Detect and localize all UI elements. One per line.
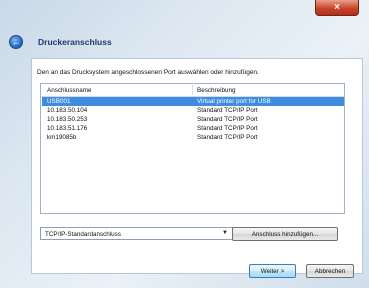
instruction-text: Den an das Drucksystem angeschlossenen P… xyxy=(37,69,259,76)
back-arrow-icon: ← xyxy=(11,36,21,47)
port-row[interactable]: 10.183.51.176 Standard TCP/IP Port xyxy=(42,124,344,133)
port-row[interactable]: USB001 Virtual printer port for USB xyxy=(42,97,344,106)
close-button[interactable]: × xyxy=(315,0,359,16)
port-type-dropdown[interactable]: TCP/IP-Standardanschluss ▼ xyxy=(40,227,233,240)
add-port-button[interactable]: Anschluss hinzufügen... xyxy=(232,227,338,241)
port-type-value: TCP/IP-Standardanschluss xyxy=(45,231,121,238)
port-description: Standard TCP/IP Port xyxy=(197,107,258,114)
back-button[interactable]: ← xyxy=(9,35,23,49)
port-description: Virtual printer port for USB xyxy=(197,98,271,105)
port-description: Standard TCP/IP Port xyxy=(197,125,258,132)
dialog-title: Druckeranschluss xyxy=(38,37,112,47)
cancel-button[interactable]: Abbrechen xyxy=(306,264,354,278)
chevron-down-icon[interactable]: ▼ xyxy=(222,230,228,236)
port-name: 10.183.50.253 xyxy=(47,116,88,123)
next-button[interactable]: Weiter > xyxy=(249,264,296,278)
column-header-port-name[interactable]: Anschlussname xyxy=(47,87,91,94)
port-list-header: Anschlussname Beschreibung xyxy=(41,84,344,97)
port-list[interactable]: Anschlussname Beschreibung USB001 Virtua… xyxy=(40,83,345,214)
port-description: Standard TCP/IP Port xyxy=(197,134,258,141)
column-header-description[interactable]: Beschreibung xyxy=(197,87,236,94)
column-divider[interactable] xyxy=(192,85,193,95)
port-name: USB001 xyxy=(47,98,71,105)
port-description: Standard TCP/IP Port xyxy=(197,116,258,123)
dialog-window: × ← Druckeranschluss Den an das Drucksys… xyxy=(0,0,369,288)
port-row[interactable]: 10.183.50.253 Standard TCP/IP Port xyxy=(42,115,344,124)
port-row[interactable]: km19085b Standard TCP/IP Port xyxy=(42,133,344,142)
close-icon: × xyxy=(334,2,340,13)
port-name: km19085b xyxy=(47,134,77,141)
port-name: 10.183.51.176 xyxy=(47,125,88,132)
port-row[interactable]: 10.183.50.104 Standard TCP/IP Port xyxy=(42,106,344,115)
port-name: 10.183.50.104 xyxy=(47,107,88,114)
